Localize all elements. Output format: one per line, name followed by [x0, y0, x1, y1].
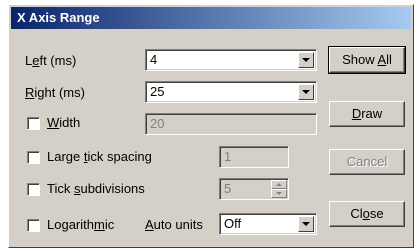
large-tick-checkbox[interactable]	[27, 151, 40, 164]
large-tick-field: 1	[219, 146, 289, 168]
tick-subdiv-label[interactable]: Tick subdivisions	[47, 181, 145, 197]
left-label: Left (ms)	[25, 53, 77, 68]
tick-subdiv-checkbox[interactable]	[27, 183, 40, 196]
width-checkbox[interactable]	[27, 117, 40, 130]
large-tick-label[interactable]: Large tick spacing	[47, 149, 152, 165]
chevron-down-icon[interactable]	[298, 52, 314, 68]
right-value: 25	[150, 84, 165, 99]
tick-subdiv-spinner	[271, 180, 287, 198]
close-button[interactable]: Close	[329, 201, 405, 227]
large-tick-value: 1	[224, 149, 232, 164]
chevron-down-icon[interactable]	[298, 216, 314, 232]
auto-units-value: Off	[224, 216, 242, 231]
width-label[interactable]: Width	[47, 115, 80, 131]
auto-units-combo[interactable]: Off	[219, 213, 317, 235]
logarithmic-label[interactable]: Logarithmic	[47, 217, 114, 233]
tick-subdiv-value: 5	[224, 181, 232, 196]
right-label: Right (ms)	[25, 85, 85, 100]
tick-subdiv-field: 5	[219, 178, 289, 200]
x-axis-range-dialog: X Axis Range Left (ms) 4 Right (ms) 25 W…	[8, 4, 414, 248]
left-combo[interactable]: 4	[145, 49, 317, 71]
show-all-button[interactable]: Show All	[328, 46, 406, 74]
cancel-button: Cancel	[329, 149, 405, 175]
left-value: 4	[150, 52, 158, 67]
auto-units-label: Auto units	[145, 217, 203, 232]
draw-button[interactable]: Draw	[329, 101, 405, 127]
chevron-down-icon[interactable]	[298, 84, 314, 100]
dialog-title[interactable]: X Axis Range	[11, 7, 411, 29]
right-combo[interactable]: 25	[145, 81, 317, 103]
spin-up-icon	[271, 180, 287, 189]
width-value: 20	[150, 116, 165, 131]
logarithmic-checkbox[interactable]	[27, 219, 40, 232]
width-field: 20	[145, 113, 317, 135]
spin-down-icon	[271, 189, 287, 198]
